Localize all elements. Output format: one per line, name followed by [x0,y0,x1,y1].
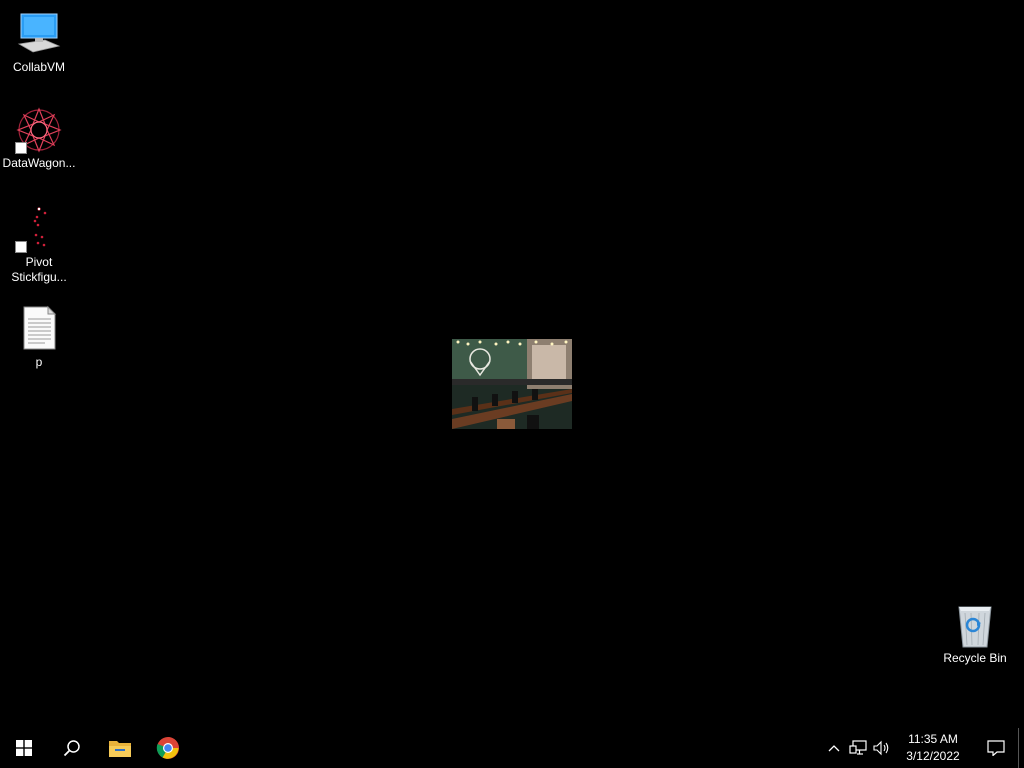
desktop[interactable]: CollabVM DataWagon... Pivot Stickfigu...… [0,0,1024,728]
show-desktop-button[interactable] [1018,728,1024,768]
label-line-2: Stickfigu... [11,270,67,284]
desktop-icon-label: p [35,355,43,369]
desktop-icon-pivot[interactable]: Pivot Stickfigu... [1,205,77,285]
desktop-icon-datawagon[interactable]: DataWagon... [1,106,77,171]
pivot-shortcut-icon [15,205,63,253]
windows-logo-icon [16,740,32,756]
clock-button[interactable]: 11:35 AM 3/12/2022 [898,731,968,765]
desktop-icon-label: CollabVM [12,60,66,74]
chevron-up-icon [828,745,840,752]
volume-button[interactable] [870,728,894,768]
desktop-icon-label: DataWagon... [2,156,76,170]
search-button[interactable] [48,728,96,768]
desktop-icon-recycle-bin[interactable]: Recycle Bin [937,601,1013,666]
show-hidden-icons-button[interactable] [822,728,846,768]
datawagon-shortcut-icon [15,106,63,154]
folder-icon [109,741,131,757]
text-document-icon [15,305,63,353]
chrome-icon [156,737,179,759]
start-button[interactable] [0,728,48,768]
clock-time: 11:35 AM [908,732,958,746]
taskbar-chrome[interactable] [144,728,192,768]
label-line-1: Pivot [25,255,53,269]
clock-date: 3/12/2022 [906,749,960,763]
desktop-icon-label: Recycle Bin [943,651,1007,665]
system-tray: 11:35 AM 3/12/2022 [822,728,1024,768]
search-icon [63,740,80,757]
network-icon [849,740,867,755]
network-button[interactable] [846,728,870,768]
action-center-icon [987,740,1005,756]
restaurant-photo [452,339,572,429]
desktop-icon-collabvm[interactable]: CollabVM [1,10,77,75]
shortcut-arrow-icon [15,142,27,154]
shortcut-arrow-icon [15,241,27,253]
recycle-bin-icon [951,601,999,649]
desktop-icon-p[interactable]: p [1,305,77,370]
desktop-icon-label: Pivot Stickfigu... [11,255,66,285]
volume-icon [873,740,889,756]
action-center-button[interactable] [974,728,1018,768]
taskbar: 11:35 AM 3/12/2022 [0,728,1024,768]
taskbar-file-explorer[interactable] [96,728,144,768]
computer-icon [15,10,63,58]
